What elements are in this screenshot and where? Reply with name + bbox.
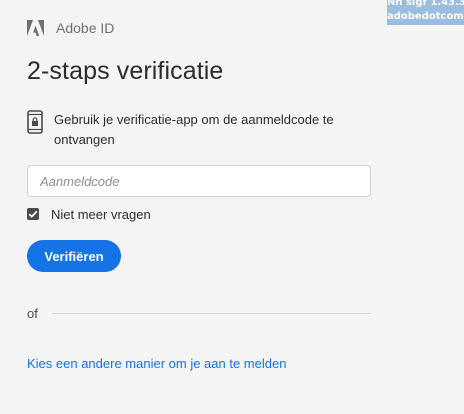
alternate-signin-link[interactable]: Kies een andere manier om je aan te meld…	[27, 356, 286, 371]
overlay-line-2: adobedotcom	[387, 11, 464, 22]
remember-checkbox[interactable]	[27, 208, 39, 220]
verification-method: Gebruik je verificatie-app om de aanmeld…	[27, 110, 357, 150]
adobe-logo-icon	[27, 20, 44, 36]
checkmark-icon	[28, 210, 38, 218]
phone-lock-icon	[27, 110, 43, 134]
overlay-text: Nn sigf 1.43.3 adobedotcom	[387, 0, 464, 25]
remember-label: Niet meer vragen	[51, 206, 151, 222]
overlay-line-1: Nn sigf 1.43.3	[387, 0, 464, 8]
verify-button[interactable]: Verifiëren	[27, 240, 121, 272]
page-title: 2-staps verificatie	[27, 57, 224, 85]
method-description: Gebruik je verificatie-app om de aanmeld…	[54, 112, 334, 147]
or-label: of	[27, 305, 38, 321]
brand-header: Adobe ID	[27, 19, 114, 37]
brand-name: Adobe ID	[56, 20, 115, 36]
or-divider: of	[27, 305, 371, 321]
remember-device-option[interactable]: Niet meer vragen	[27, 206, 151, 222]
verification-code-input[interactable]	[27, 165, 371, 197]
divider-line	[51, 312, 371, 314]
